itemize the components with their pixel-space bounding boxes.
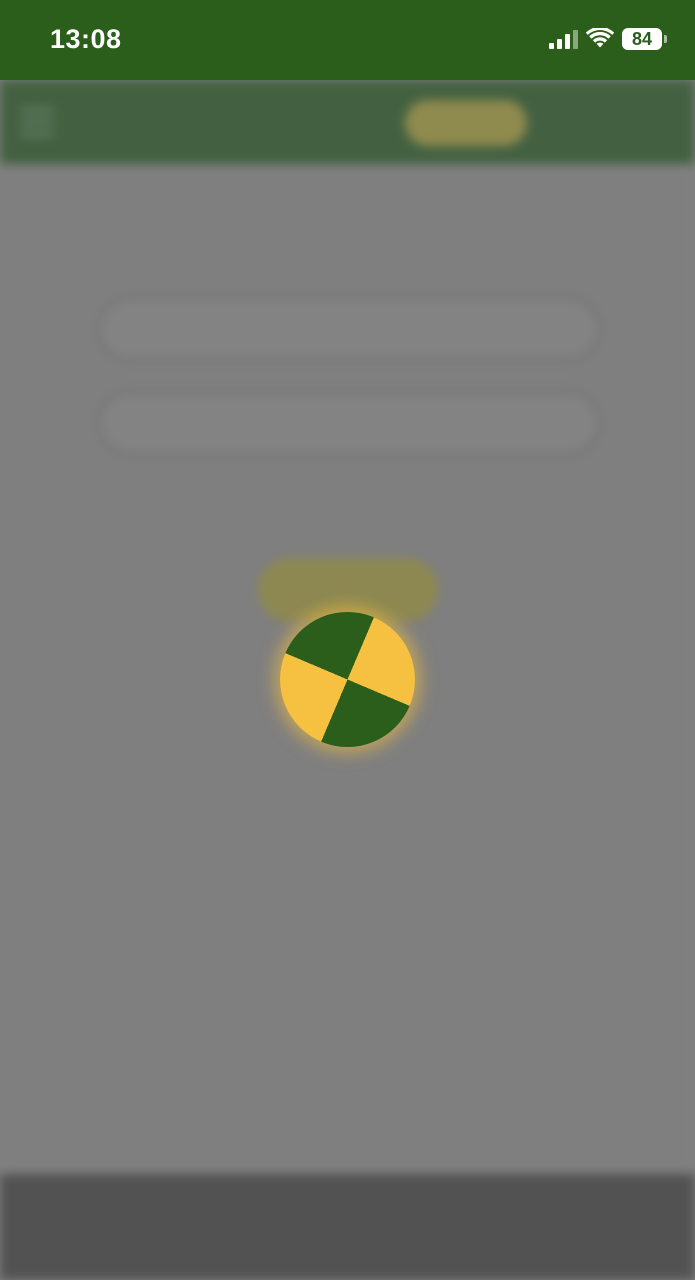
- status-bar: 13:08 84: [0, 0, 695, 80]
- blurred-input-field: [97, 390, 601, 456]
- cellular-signal-icon: [549, 29, 578, 49]
- blurred-footer: [0, 1174, 695, 1280]
- status-icons: 84: [549, 28, 667, 50]
- battery-icon: 84: [622, 28, 667, 50]
- wifi-icon: [586, 28, 614, 48]
- blurred-input-field: [97, 296, 601, 362]
- blurred-header-button: [405, 100, 527, 146]
- app-header: [0, 80, 695, 164]
- loading-spinner-icon: [280, 612, 415, 747]
- status-time: 13:08: [50, 24, 122, 54]
- hamburger-menu-icon: [20, 108, 54, 136]
- battery-level: 84: [622, 28, 662, 50]
